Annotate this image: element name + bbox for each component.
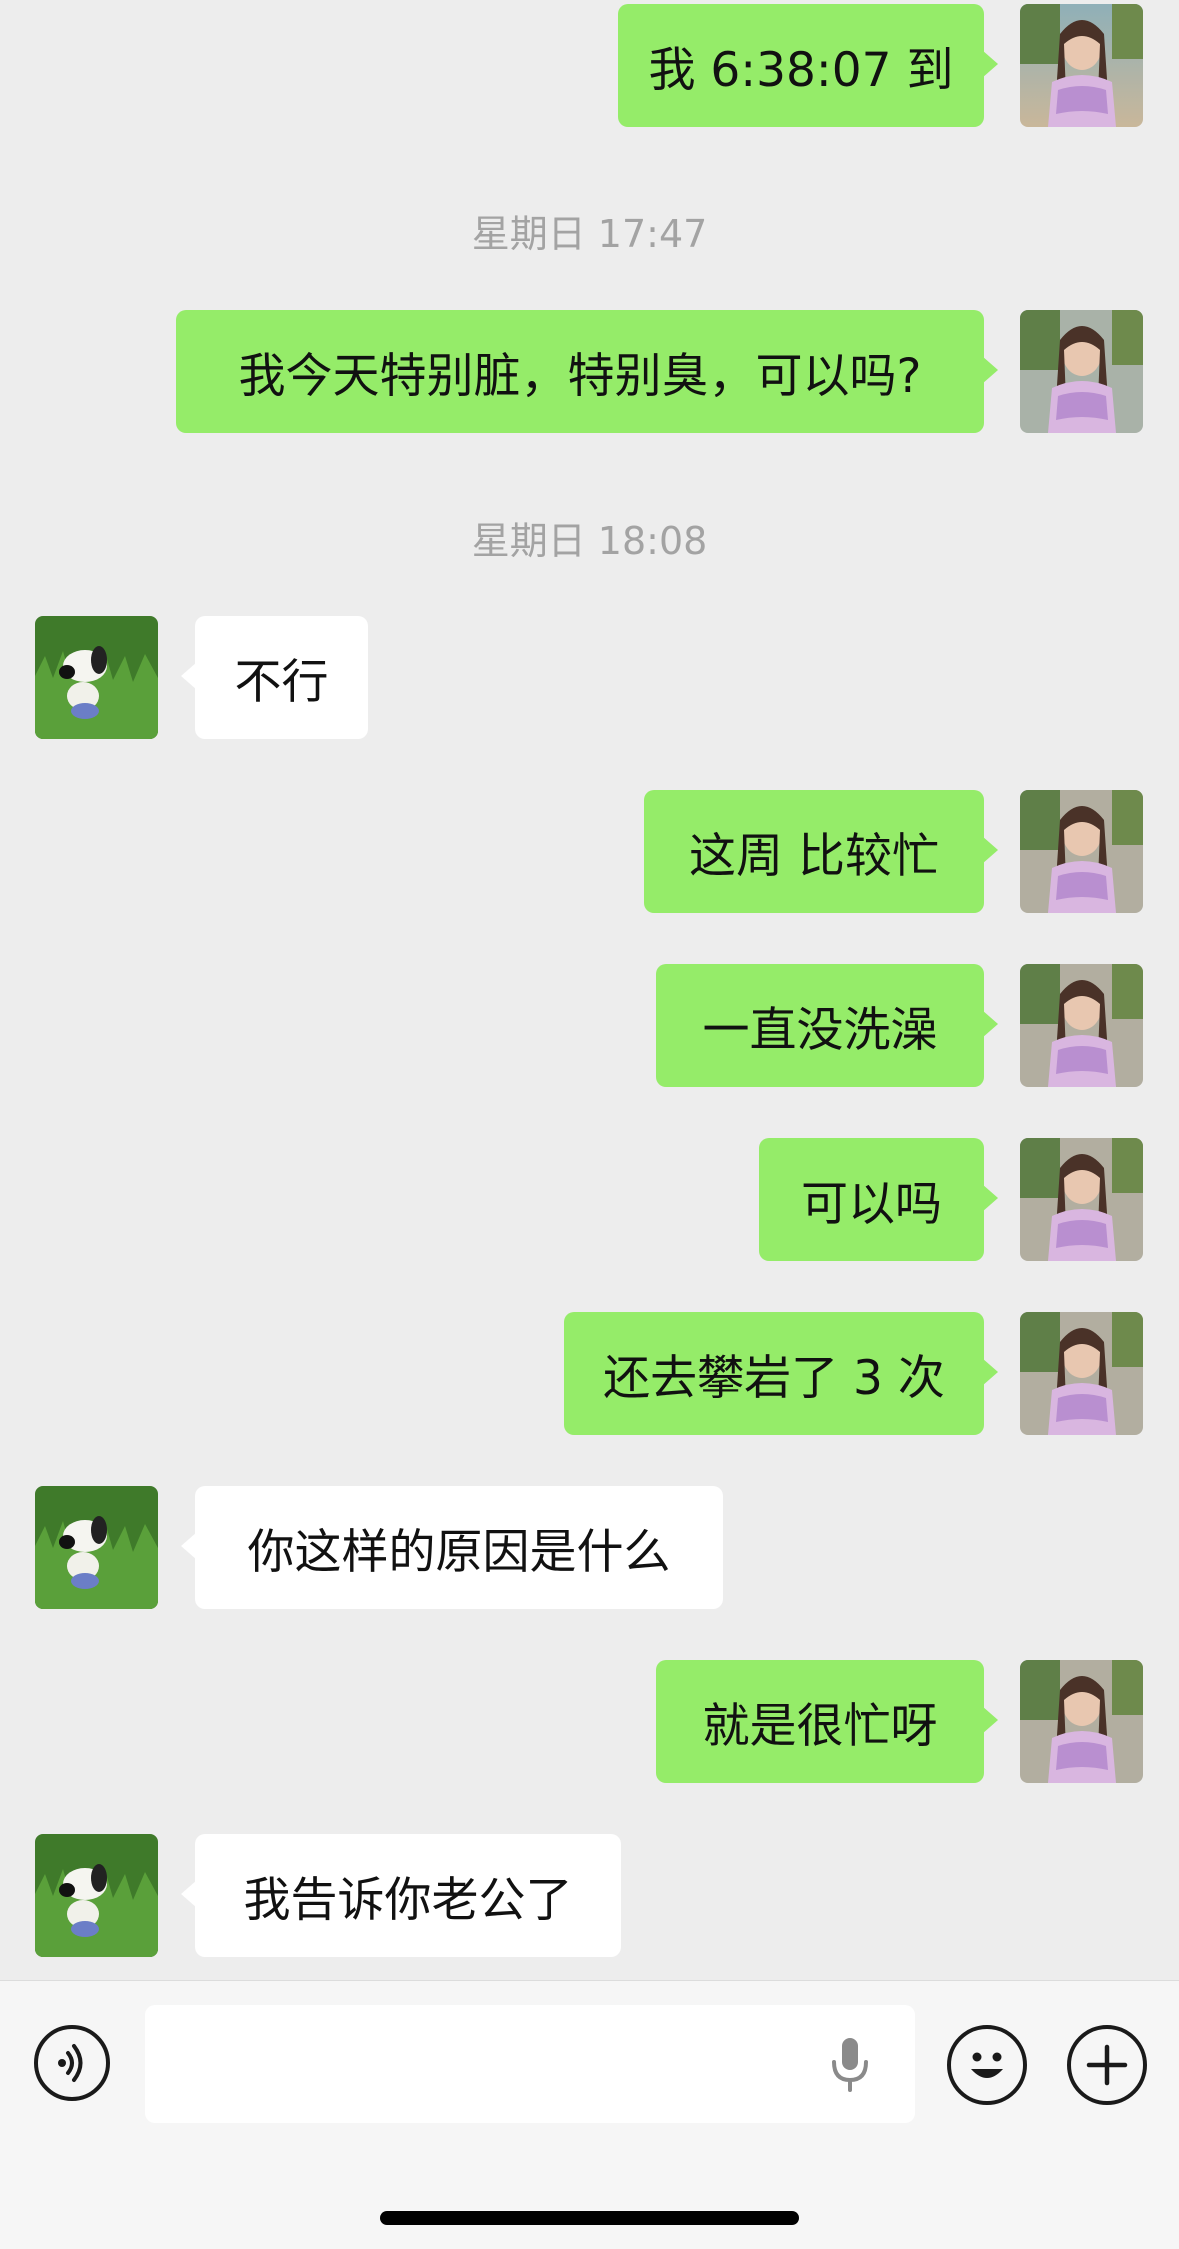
message-text: 我 6:38:07 到	[648, 43, 954, 98]
my-avatar[interactable]	[1020, 4, 1143, 127]
emoji-icon	[971, 2052, 1003, 2078]
contact-avatar-image	[35, 1834, 158, 1957]
my-avatar[interactable]	[1020, 964, 1143, 1087]
my-avatar-image	[1020, 964, 1143, 1087]
sent-message-bubble[interactable]: 我今天特别脏，特别臭，可以吗?	[176, 310, 998, 433]
message-text: 还去攀岩了 3 次	[603, 1351, 945, 1406]
message-text: 可以吗	[801, 1177, 942, 1232]
my-avatar-image	[1020, 310, 1143, 433]
my-avatar[interactable]	[1020, 790, 1143, 913]
my-avatar-image	[1020, 790, 1143, 913]
message-text: 不行	[234, 655, 329, 710]
sent-message-bubble[interactable]: 就是很忙呀	[656, 1660, 998, 1783]
message-text: 你这样的原因是什么	[247, 1525, 671, 1580]
sent-message-bubble[interactable]: 这周 比较忙	[644, 790, 998, 913]
my-avatar[interactable]	[1020, 1660, 1143, 1783]
input-bar	[0, 1980, 1179, 2249]
chat-area[interactable]: 我 6:38:07 到 星期日 17:47 我今天特别脏，特别臭，可以吗? 星期…	[0, 0, 1179, 1980]
emoji-button[interactable]	[947, 2025, 1027, 2105]
message-text: 我今天特别脏，特别臭，可以吗?	[238, 349, 922, 404]
my-avatar[interactable]	[1020, 1138, 1143, 1261]
my-avatar-image	[1020, 1138, 1143, 1261]
plus-icon	[1086, 2044, 1128, 2086]
sent-message-bubble[interactable]: 可以吗	[759, 1138, 998, 1261]
sent-message-bubble[interactable]: 一直没洗澡	[656, 964, 998, 1087]
my-avatar[interactable]	[1020, 1312, 1143, 1435]
my-avatar[interactable]	[1020, 310, 1143, 433]
sent-message-bubble[interactable]: 我 6:38:07 到	[618, 4, 998, 127]
voice-toggle-button[interactable]	[34, 2025, 110, 2101]
message-text: 这周 比较忙	[689, 829, 939, 884]
contact-avatar[interactable]	[35, 1486, 158, 1609]
more-button[interactable]	[1067, 2025, 1147, 2105]
received-message-bubble[interactable]: 我告诉你老公了	[181, 1834, 621, 1957]
contact-avatar-image	[35, 1486, 158, 1609]
microphone-icon	[832, 2038, 868, 2092]
timestamp: 星期日 17:47	[471, 212, 708, 256]
timestamp: 星期日 18:08	[471, 519, 708, 563]
my-avatar-image	[1020, 1660, 1143, 1783]
contact-avatar[interactable]	[35, 616, 158, 739]
voice-toggle-icon	[58, 2044, 83, 2082]
contact-avatar-image	[35, 616, 158, 739]
microphone-button[interactable]	[825, 2036, 875, 2092]
my-avatar-image	[1020, 4, 1143, 127]
received-message-bubble[interactable]: 不行	[181, 616, 368, 739]
message-text: 就是很忙呀	[702, 1699, 938, 1754]
message-input[interactable]	[145, 2005, 915, 2123]
contact-avatar[interactable]	[35, 1834, 158, 1957]
home-indicator	[380, 2211, 799, 2225]
message-text: 我告诉你老公了	[243, 1873, 573, 1928]
my-avatar-image	[1020, 1312, 1143, 1435]
sent-message-bubble[interactable]: 还去攀岩了 3 次	[564, 1312, 998, 1435]
received-message-bubble[interactable]: 你这样的原因是什么	[181, 1486, 723, 1609]
message-text: 一直没洗澡	[702, 1003, 938, 1058]
